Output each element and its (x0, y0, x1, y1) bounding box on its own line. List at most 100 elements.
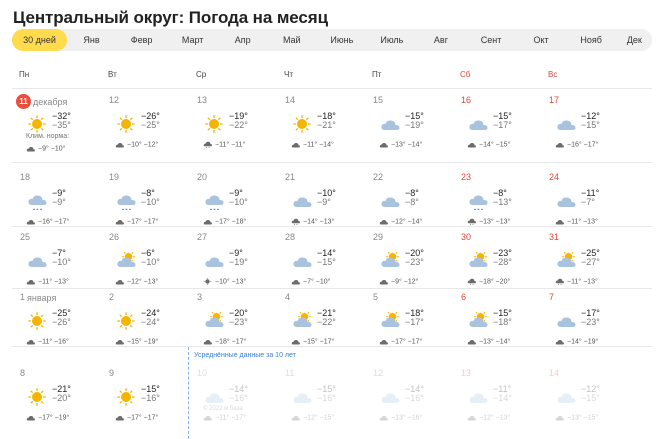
day-cell[interactable]: 9 −15° −16° −17° −17° (105, 368, 192, 434)
feels-like: −13° −14° (379, 141, 422, 148)
day-cell[interactable]: 12 −26° −25° −10° −12° (105, 95, 192, 161)
tab-3[interactable]: Март (167, 29, 218, 51)
temperature-block: −20° −23° (229, 309, 248, 327)
cloud-icon (115, 279, 124, 285)
day-cell[interactable]: 26 −6° −10° −12° −13° (105, 232, 192, 298)
tab-9[interactable]: Сент (466, 29, 517, 51)
day-cell[interactable]: 31 −25° −27° −11° −13° (545, 232, 632, 298)
day-cell[interactable]: 12 −14° −16° −13° −16° (369, 368, 456, 434)
temperature-block: −8° −8° (405, 189, 419, 207)
day-number-text: 25 (20, 232, 31, 242)
day-number: 13 (197, 95, 207, 105)
cloud-icon (467, 415, 476, 421)
day-cell[interactable]: 13 −11° −14° −12° −13° (457, 368, 544, 434)
tab-0[interactable]: 30 дней (12, 29, 67, 51)
cloud-icon (26, 219, 35, 225)
cloud-icon (115, 415, 124, 421)
day-cell[interactable]: 21 −10° −9° −14° −13° (281, 172, 368, 238)
night-temperature: −27° (581, 257, 600, 267)
temperature-block: −9° −10° (229, 189, 248, 207)
day-cell[interactable]: 19 −8° −10° −17° −17° (105, 172, 192, 238)
feels-like: −12° −14° (379, 218, 422, 225)
night-temperature: −22° (229, 120, 248, 130)
feels-like-values: −13° −14° (479, 338, 511, 346)
temperature-block: −9° −19° (229, 249, 248, 267)
day-cell[interactable]: 17 −12° −15° −16° −17° (545, 95, 632, 161)
tab-2[interactable]: Февр (116, 29, 167, 51)
feels-like: −17° −17° (115, 218, 158, 225)
day-number-text: 21 (285, 172, 296, 182)
day-number: 30 (461, 232, 471, 242)
day-number-text: 24 (549, 172, 560, 182)
day-number: 11 (285, 368, 294, 378)
cloud-icon (555, 339, 564, 345)
night-temperature: −24° (141, 317, 160, 327)
feels-like-values: −14° −13° (303, 218, 335, 226)
day-cell[interactable]: 30 −23° −28° −18° −20° (457, 232, 544, 298)
day-cell[interactable]: 5 −18° −17° −17° −17° (369, 292, 456, 358)
average-data-note: Усреднённые данные за 10 лет (194, 352, 296, 359)
temperature-block: −11° −14° (493, 385, 512, 403)
day-number-text: 11 (285, 368, 295, 378)
cloud-icon (26, 279, 35, 285)
day-number-text: 14 (285, 95, 296, 105)
day-cell[interactable]: 11 декабря −32° −35° Клим. норма: −9° −10° (16, 94, 103, 161)
day-number-text: 9 (109, 368, 115, 378)
cloud-icon (115, 219, 124, 225)
feels-like-values: −18° −17° (215, 338, 247, 346)
day-cell[interactable]: 8 −21° −20° −17° −19° (16, 368, 103, 434)
day-cell[interactable]: 28 −14° −15° −7° −10° (281, 232, 368, 298)
day-number: 5 (373, 292, 378, 302)
tab-12[interactable]: Дек (617, 29, 652, 51)
day-number-text: 15 (373, 95, 384, 105)
temperature-block: −24° −24° (141, 309, 160, 327)
cloud-icon (379, 142, 388, 148)
day-cell[interactable]: 18 −9° −9° −16° −17° (16, 172, 103, 238)
day-cell[interactable]: 14 −18° −21° −11° −14° (281, 95, 368, 161)
day-cell[interactable]: 7 −17° −23° −14° −19° (545, 292, 632, 358)
day-cell[interactable]: 29 −20° −23° −9° −12° (369, 232, 456, 298)
tab-5[interactable]: Май (267, 29, 316, 51)
feels-like-values: −13° −13° (479, 218, 511, 226)
night-temperature: −23° (405, 257, 424, 267)
day-cell[interactable]: 4 −21° −22° −15° −17° (281, 292, 368, 358)
day-cell[interactable]: 3 −20° −23° −18° −17° (193, 292, 280, 358)
day-cell[interactable]: 23 −8° −13° −13° −13° (457, 172, 544, 238)
sun-icon (28, 388, 46, 406)
day-cell[interactable]: 27 −9° −19° −10° −13° (193, 232, 280, 298)
day-cell[interactable]: 14 −12° −15° −13° −15° (545, 368, 632, 434)
day-cell[interactable]: 16 −15° −17° −14° −15° (457, 95, 544, 161)
day-cell[interactable]: 10 −14° −16° −11° −17° © 2022 м база (193, 368, 280, 434)
cloud-icon (26, 415, 35, 421)
tab-11[interactable]: Нояб (566, 29, 617, 51)
day-number: 17 (549, 95, 559, 105)
feels-like: −17° −19° (26, 414, 69, 421)
day-cell[interactable]: 11 −15° −16° −12° −15° (281, 368, 368, 434)
night-temperature: −22° (317, 317, 336, 327)
tab-4[interactable]: Апр (218, 29, 267, 51)
cloud-icon (555, 219, 564, 225)
day-number-text: 14 (549, 368, 560, 378)
tab-1[interactable]: Янв (67, 29, 116, 51)
day-cell[interactable]: 6 −15° −18° −13° −14° (457, 292, 544, 358)
temperature-block: −7° −10° (52, 249, 71, 267)
day-number: 6 (461, 292, 466, 302)
day-cell[interactable]: 15 −15° −19° −13° −14° (369, 95, 456, 161)
tab-7[interactable]: Июль (367, 29, 416, 51)
tab-10[interactable]: Окт (517, 29, 566, 51)
night-temperature: −10° (229, 197, 248, 207)
tab-8[interactable]: Авг (416, 29, 465, 51)
day-cell[interactable]: 20 −9° −10° −17° −18° (193, 172, 280, 238)
day-cell[interactable]: 13 −19° −22° −11° −11° (193, 95, 280, 161)
day-number: 20 (197, 172, 207, 182)
day-cell[interactable]: 22 −8° −8° −12° −14° (369, 172, 456, 238)
tab-6[interactable]: Июнь (316, 29, 367, 51)
day-cell[interactable]: 2 −24° −24° −15° −19° (105, 292, 192, 358)
day-cell[interactable]: 25 −7° −10° −11° −13° (16, 232, 103, 298)
temperature-block: −20° −23° (405, 249, 424, 267)
day-number-text: 29 (373, 232, 384, 242)
weekday-label: Чт (284, 70, 293, 79)
sun-cloud-icon (117, 252, 136, 267)
day-cell[interactable]: 24 −11° −7° −11° −13° (545, 172, 632, 238)
day-cell[interactable]: 1 января −25° −26° −11° −16° (16, 292, 103, 358)
